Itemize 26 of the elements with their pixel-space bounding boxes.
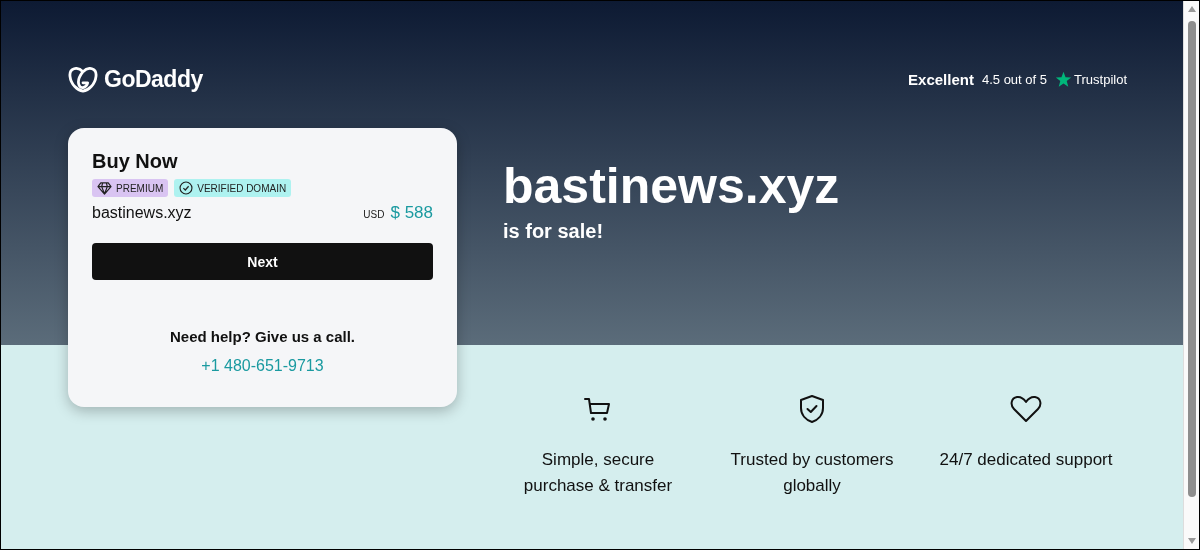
scroll-down-icon[interactable] <box>1186 537 1197 545</box>
currency-label: USD <box>363 209 385 220</box>
help-text: Need help? Give us a call. <box>168 328 357 345</box>
scroll-up-icon[interactable] <box>1186 5 1197 13</box>
badge-label: PREMIUM <box>116 182 164 194</box>
badge-label: VERIFIED DOMAIN <box>197 182 287 194</box>
rating-score: 4.5 out of 5 <box>981 72 1047 87</box>
sale-subtitle: is for sale! <box>503 220 605 243</box>
rating-label: Excellent <box>908 71 974 88</box>
feature-text: 24/7 dedicated support <box>938 449 1114 471</box>
scrollbar-thumb[interactable] <box>1187 21 1196 497</box>
check-circle-icon <box>179 181 194 195</box>
heart-icon <box>1010 393 1042 425</box>
card-title: Buy Now <box>92 150 179 173</box>
scrollbar[interactable] <box>1183 1 1199 549</box>
price: $ 588 <box>390 203 433 223</box>
feature-text: Simple, secure purchase & transfer <box>522 449 674 497</box>
diamond-icon <box>97 181 112 195</box>
feature-text: Trusted by customers globally <box>729 449 895 497</box>
domain-name: bastinews.xyz <box>92 204 192 222</box>
domain-title: bastinews.xyz <box>503 158 840 214</box>
trustpilot-logo[interactable]: Trustpilot <box>1074 72 1127 87</box>
shield-check-icon <box>798 393 826 425</box>
logo[interactable]: GoDaddy <box>68 66 203 93</box>
star-icon <box>1055 71 1072 88</box>
next-button[interactable]: Next <box>92 243 433 280</box>
